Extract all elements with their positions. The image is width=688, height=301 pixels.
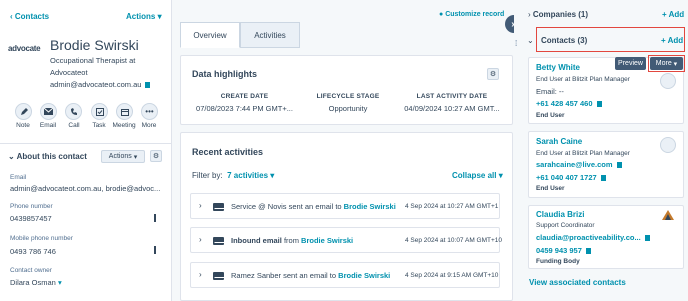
email-icon[interactable]	[40, 103, 57, 120]
contact-card-role: Support Coordinator	[536, 222, 595, 229]
chevron-down-icon: ▾	[131, 153, 138, 161]
email-icon	[213, 272, 224, 280]
activity-filter[interactable]: Filter by: 7 activities ▾	[192, 171, 274, 180]
company-logo-icon	[660, 208, 676, 222]
about-actions-button[interactable]: Actions ▾	[101, 150, 145, 163]
activity-date: 4 Sep 2024 at 9:15 AM GMT+10	[405, 272, 499, 279]
highlight-value-last-activity: 04/09/2024 10:27 AM GMT...	[404, 104, 500, 113]
field-value-email[interactable]: admin@advocateot.com.au, brodie@advoc...	[10, 184, 160, 193]
copy-icon[interactable]	[145, 82, 151, 89]
data-highlights-card	[180, 55, 513, 125]
contact-card-email[interactable]: sarahcaine@live.com	[536, 160, 622, 169]
field-value-mobile[interactable]: 0493 786 746	[10, 247, 56, 256]
chevron-down-icon: ▾	[496, 171, 503, 180]
company-logo: advocate	[8, 44, 41, 53]
field-value-owner[interactable]: Dilara Osman ▾	[10, 278, 62, 287]
copy-icon[interactable]	[596, 101, 602, 108]
actions-dropdown[interactable]: Actions ▾	[126, 12, 162, 21]
activity-summary: Inbound email from Brodie Swirski	[231, 236, 354, 245]
field-value-phone[interactable]: 0439857457	[10, 214, 52, 223]
activity-date: 4 Sep 2024 at 10:27 AM GMT+1	[405, 203, 499, 210]
tab-activities[interactable]: Activities	[240, 22, 300, 48]
gear-icon[interactable]: ⚙	[487, 68, 499, 80]
gear-icon[interactable]: ⚙	[150, 150, 162, 162]
contact-email: admin@advocateot.com.au	[50, 80, 151, 89]
highlight-header-last-activity: LAST ACTIVITY DATE	[416, 93, 488, 100]
activity-item[interactable]: › Ramez Sanber sent an email to Brodie S…	[190, 262, 500, 288]
call-phone-icon[interactable]	[154, 214, 160, 222]
field-label-owner: Contact owner	[10, 267, 52, 274]
activity-summary: Service @ Novis sent an email to Brodie …	[231, 202, 396, 211]
contact-card-tag: Funding Body	[536, 258, 580, 265]
add-company-button[interactable]: + Add	[662, 10, 684, 19]
note-icon[interactable]	[15, 103, 32, 120]
chevron-right-icon: ›	[199, 201, 202, 210]
chevron-down-icon: ▾	[157, 12, 162, 21]
call-mobile-icon[interactable]	[154, 246, 160, 254]
contacts-section-toggle[interactable]: Contacts (3)	[541, 36, 587, 45]
customize-record-link[interactable]: ● Customize record	[439, 11, 504, 18]
chevron-down-icon: ▾	[57, 278, 62, 287]
contact-card-name[interactable]: Betty White	[536, 63, 580, 72]
collapse-all-button[interactable]: Collapse all ▾	[452, 171, 503, 180]
copy-icon[interactable]	[644, 235, 650, 242]
more-icon[interactable]: •••	[141, 103, 158, 120]
add-contact-button[interactable]: + Add	[661, 36, 683, 45]
copy-icon[interactable]	[600, 175, 606, 182]
activity-item[interactable]: › Inbound email from Brodie Swirski 4 Se…	[190, 227, 503, 253]
contact-card-tag: End User	[536, 185, 565, 192]
contact-card-role: End User at Blitzit Plan Manager	[536, 76, 630, 83]
chevron-right-icon: ›	[199, 235, 202, 244]
field-label-email: Email	[10, 174, 27, 181]
contact-card-tag: End User	[536, 112, 565, 119]
more-dropdown-button[interactable]: More ▾	[650, 57, 683, 70]
quick-action-more-label: More	[141, 122, 157, 129]
call-icon[interactable]	[65, 103, 82, 120]
calendar-icon[interactable]	[116, 103, 133, 120]
chevron-down-icon: ⌄	[8, 152, 17, 161]
data-highlights-title: Data highlights	[192, 69, 257, 79]
companies-section-toggle[interactable]: › Companies (1)	[528, 10, 588, 19]
left-sidebar: ‹ Contacts Actions ▾ advocate Brodie Swi…	[0, 0, 172, 301]
highlight-value-lifecycle: Opportunity	[328, 104, 368, 113]
highlight-header-lifecycle: LIFECYCLE STAGE	[316, 93, 380, 100]
avatar	[660, 73, 676, 89]
view-associated-contacts-link[interactable]: View associated contacts	[529, 278, 626, 287]
drag-handle-icon[interactable]: ⁞	[515, 39, 517, 48]
back-to-contacts-link[interactable]: ‹ Contacts	[10, 12, 49, 21]
contact-card-phone[interactable]: +61 040 407 1727	[536, 173, 606, 182]
chevron-down-icon: ▾	[671, 60, 678, 68]
chevron-down-icon: ▾	[268, 171, 275, 180]
copy-icon[interactable]	[616, 162, 622, 169]
about-section-toggle[interactable]: ⌄ About this contact	[8, 152, 87, 161]
task-icon[interactable]	[91, 103, 108, 120]
tab-overview[interactable]: Overview	[180, 22, 240, 48]
email-icon	[213, 237, 224, 245]
contact-title-line1: Occupational Therapist at	[50, 56, 136, 65]
preview-button[interactable]: Preview	[615, 57, 646, 70]
contact-card-email[interactable]: claudia@proactiveability.co...	[536, 233, 650, 242]
contact-title-line2: Advocateot	[50, 68, 88, 77]
contact-card-name[interactable]: Sarah Caine	[536, 137, 582, 146]
recent-activities-title: Recent activities	[192, 147, 264, 157]
chevron-down-icon: ⌄	[527, 36, 534, 45]
copy-icon[interactable]	[585, 248, 591, 255]
field-label-mobile: Mobile phone number	[10, 235, 73, 242]
field-label-phone: Phone number	[10, 203, 53, 210]
divider	[0, 143, 171, 144]
activity-summary: Ramez Sanber sent an email to Brodie Swi…	[231, 271, 391, 280]
contact-card-email: Email: --	[536, 87, 564, 96]
chevron-right-icon: ›	[199, 270, 202, 279]
contact-card-role: End User at Blitzit Plan Manager	[536, 150, 630, 157]
contact-card-phone[interactable]: 0459 943 957	[536, 246, 591, 255]
email-icon	[213, 203, 224, 211]
contact-name: Brodie Swirski	[50, 37, 139, 53]
highlight-header-create-date: CREATE DATE	[220, 93, 269, 100]
activity-item[interactable]: › Service @ Novis sent an email to Brodi…	[190, 193, 500, 219]
contact-card-name[interactable]: Claudia Brizi	[536, 210, 584, 219]
avatar	[660, 137, 676, 153]
contact-card-phone[interactable]: +61 428 457 460	[536, 99, 602, 108]
highlight-value-create-date: 07/08/2023 7:44 PM GMT+...	[196, 104, 293, 113]
activity-date: 4 Sep 2024 at 10:07 AM GMT+10	[405, 237, 503, 244]
